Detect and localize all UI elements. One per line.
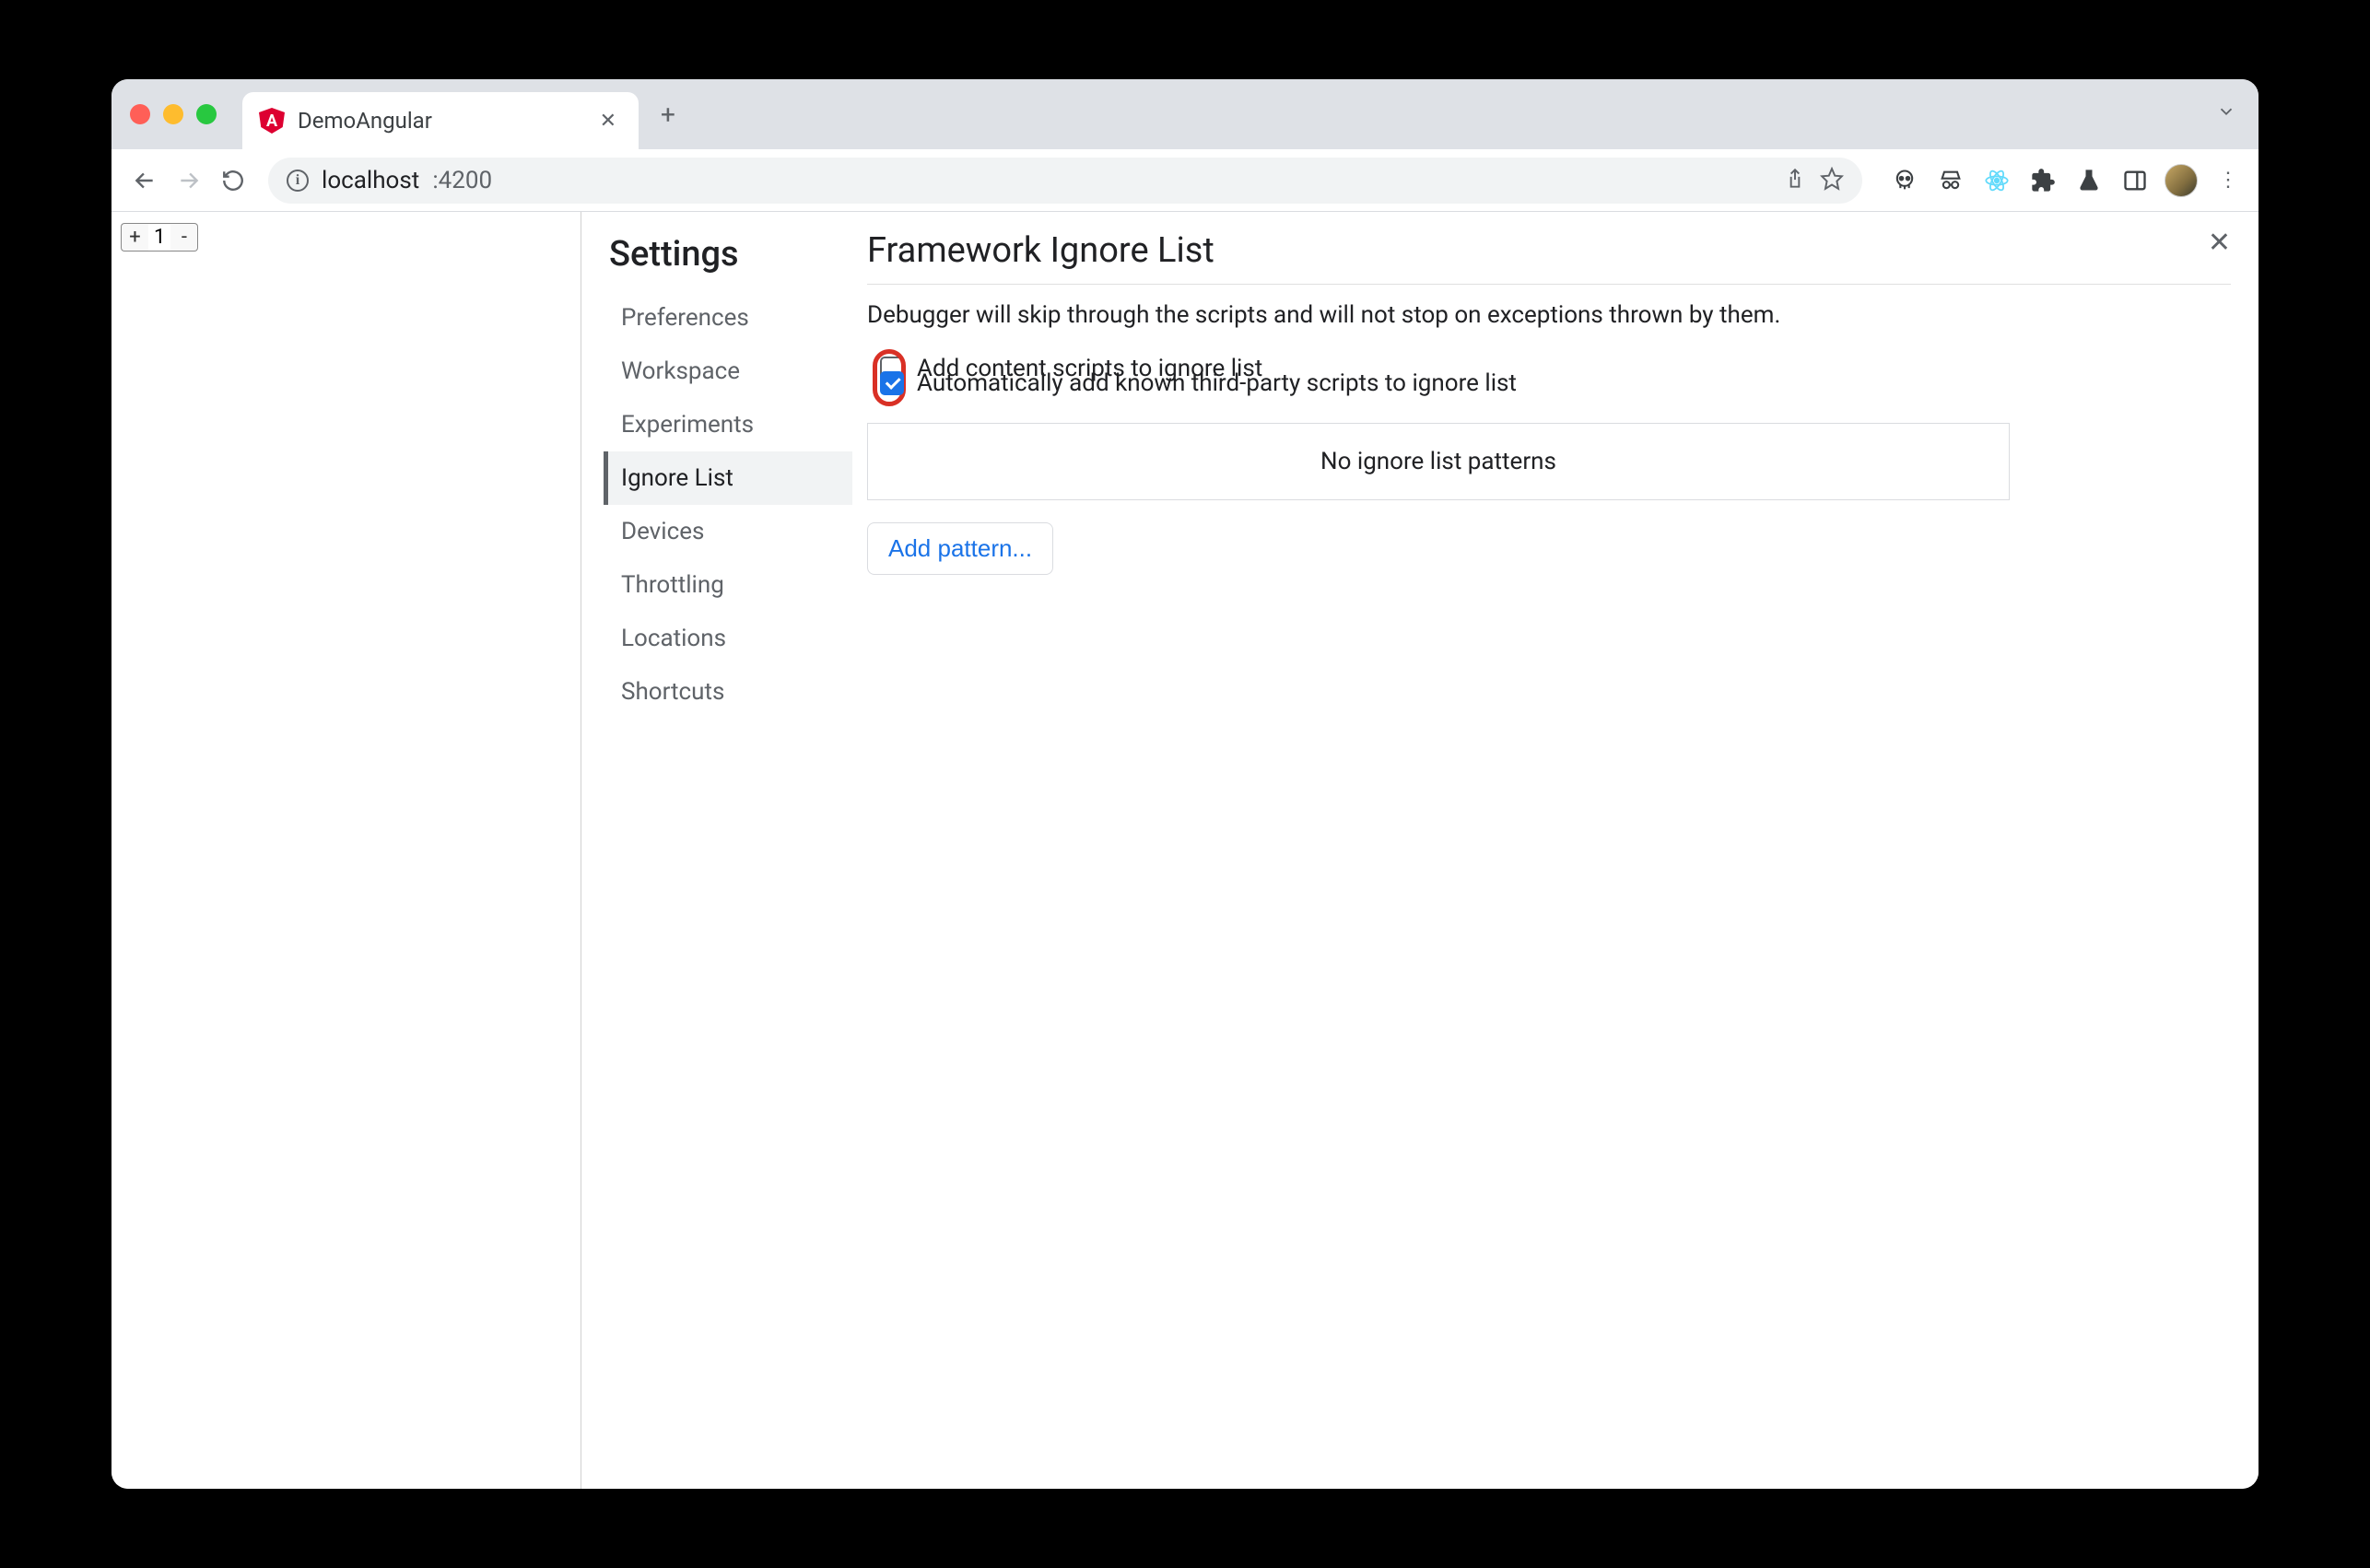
- checkbox-third-party[interactable]: [880, 371, 904, 395]
- extension-skull-icon[interactable]: [1888, 164, 1921, 197]
- nav-locations[interactable]: Locations: [604, 612, 852, 665]
- back-button[interactable]: [126, 162, 163, 199]
- tab-bar: A DemoAngular ✕ +: [111, 79, 2259, 149]
- settings-close-button[interactable]: ✕: [2208, 227, 2231, 259]
- address-bar: i localhost :4200: [111, 149, 2259, 212]
- window-minimize-button[interactable]: [163, 104, 183, 124]
- browser-tab[interactable]: A DemoAngular ✕: [242, 92, 639, 149]
- nav-experiments[interactable]: Experiments: [604, 398, 852, 451]
- panel-title: Framework Ignore List: [867, 230, 2231, 285]
- url-host: localhost: [322, 167, 419, 194]
- share-icon[interactable]: [1783, 167, 1807, 194]
- checkbox-third-party-row[interactable]: Automatically add known third-party scri…: [873, 364, 2231, 403]
- page-content: + 1 -: [111, 212, 581, 1489]
- checkbox-third-party-label: Automatically add known third-party scri…: [917, 369, 1517, 397]
- settings-sidebar: Settings Preferences Workspace Experimen…: [604, 227, 852, 1489]
- settings-nav: Preferences Workspace Experiments Ignore…: [604, 291, 852, 719]
- increment-button[interactable]: +: [121, 223, 148, 252]
- window-close-button[interactable]: [130, 104, 150, 124]
- tab-list-chevron-icon[interactable]: [2216, 101, 2236, 127]
- extension-react-icon[interactable]: [1980, 164, 2013, 197]
- settings-heading: Settings: [604, 227, 852, 291]
- nav-devices[interactable]: Devices: [604, 505, 852, 558]
- window-maximize-button[interactable]: [196, 104, 217, 124]
- nav-shortcuts[interactable]: Shortcuts: [604, 665, 852, 719]
- nav-ignore-list[interactable]: Ignore List: [604, 451, 852, 505]
- extension-incognito-icon[interactable]: [1934, 164, 1967, 197]
- url-port: :4200: [432, 167, 492, 194]
- browser-window: A DemoAngular ✕ + i localhost :4200: [111, 79, 2259, 1489]
- counter-value: 1: [148, 223, 170, 252]
- pattern-list-empty: No ignore list patterns: [867, 423, 2010, 500]
- extension-flask-icon[interactable]: [2072, 164, 2106, 197]
- add-pattern-button[interactable]: Add pattern...: [867, 522, 1053, 575]
- content-area: + 1 - Settings Preferences Workspace Exp…: [111, 212, 2259, 1489]
- browser-toolbar: ⋮: [1879, 164, 2244, 197]
- tab-title: DemoAngular: [298, 108, 581, 134]
- browser-menu-button[interactable]: ⋮: [2211, 164, 2244, 197]
- settings-panel: ✕ Framework Ignore List Debugger will sk…: [852, 227, 2240, 1489]
- omnibox[interactable]: i localhost :4200: [268, 158, 1862, 204]
- site-info-icon[interactable]: i: [287, 170, 309, 192]
- nav-preferences[interactable]: Preferences: [604, 291, 852, 345]
- side-panel-icon[interactable]: [2118, 164, 2152, 197]
- reload-button[interactable]: [215, 162, 252, 199]
- nav-throttling[interactable]: Throttling: [604, 558, 852, 612]
- window-controls: [130, 104, 217, 124]
- panel-description: Debugger will skip through the scripts a…: [867, 301, 2231, 329]
- forward-button[interactable]: [170, 162, 207, 199]
- devtools-settings: Settings Preferences Workspace Experimen…: [581, 212, 2259, 1489]
- counter-widget: + 1 -: [121, 223, 198, 252]
- tab-close-button[interactable]: ✕: [594, 110, 622, 133]
- nav-workspace[interactable]: Workspace: [604, 345, 852, 398]
- profile-avatar[interactable]: [2165, 164, 2198, 197]
- decrement-button[interactable]: -: [170, 223, 198, 252]
- angular-favicon-icon: A: [259, 108, 285, 134]
- new-tab-button[interactable]: +: [648, 94, 688, 135]
- extensions-puzzle-icon[interactable]: [2026, 164, 2059, 197]
- bookmark-star-icon[interactable]: [1820, 167, 1844, 194]
